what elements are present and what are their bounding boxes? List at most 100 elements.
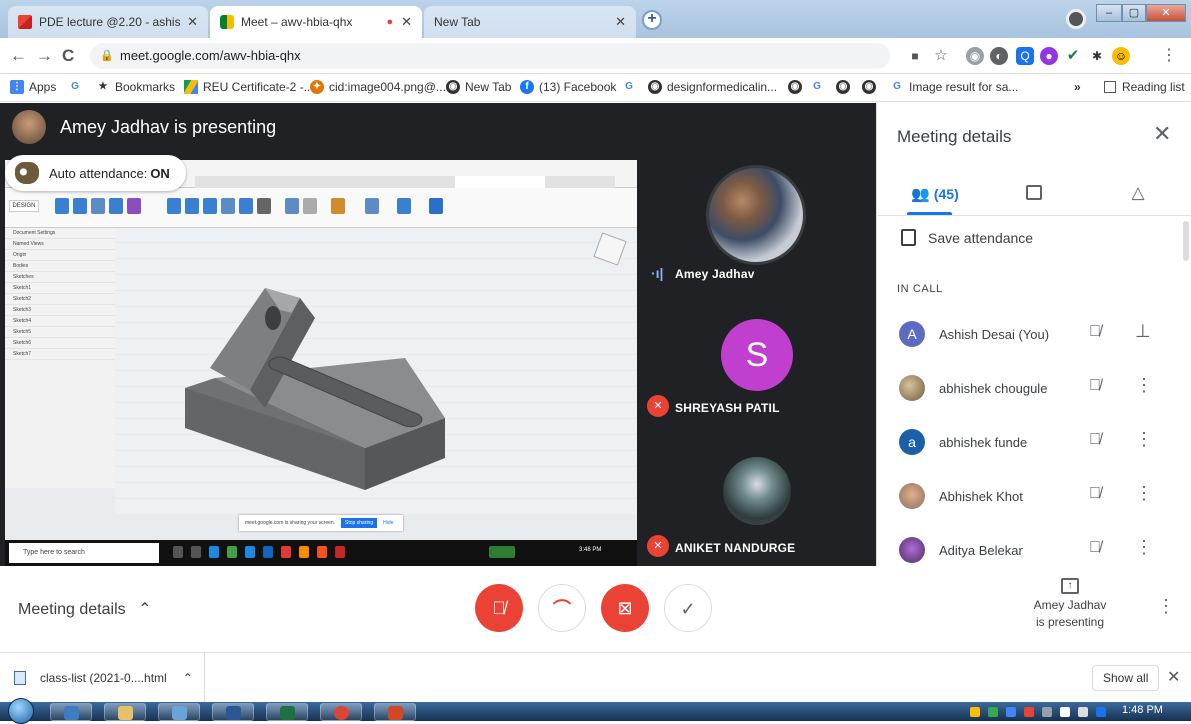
camera-icon[interactable]: ■ [906,47,924,65]
tab-meet[interactable]: Meet – awv-hbia-qhx ● ✕ [210,6,422,38]
minimize-button[interactable]: – [1096,4,1122,22]
more-options-icon[interactable]: ⋮ [1135,483,1153,504]
hide-button[interactable]: Hide [383,520,393,526]
panel-scrollbar[interactable] [1183,221,1189,261]
bookmark-star-icon[interactable]: ☆ [932,47,950,65]
participant-name: abhishek funde [939,435,1028,450]
forward-icon[interactable]: → [36,46,53,66]
avatar: a [899,429,925,455]
presenter-banner: Amey Jadhav is presenting [0,103,876,151]
show-all-button[interactable]: Show all [1092,665,1160,691]
list-item[interactable]: a abhishek funde 🎙̸ ⋮ [877,423,1177,467]
bookmark-design-for-medical[interactable]: ◉ designformedicalin... [648,80,777,94]
taskbar-app[interactable] [266,703,308,721]
close-download-bar-icon[interactable]: ✕ [1167,667,1180,687]
globe-icon: ◉ [836,80,850,94]
microphone-toggle-button[interactable]: 🎙̸ [475,584,523,632]
hang-up-icon: ⌒ [553,599,571,619]
bookmark-google[interactable]: G [622,80,641,94]
tab-new-tab[interactable]: New Tab ✕ [424,6,636,38]
leave-call-button[interactable]: ⌒ [538,584,586,632]
bookmark-globe[interactable]: ◉ [836,80,855,94]
close-panel-icon[interactable]: ✕ [1153,121,1171,147]
meet-stage: Amey Jadhav is presenting DESIGN Documen… [0,103,876,566]
bookmark-new-tab[interactable]: ◉ New Tab [446,80,511,94]
maximize-button[interactable]: ▢ [1122,4,1146,22]
list-item[interactable]: Abhishek Khot 🎙̸ ⋮ [877,477,1177,521]
chevron-up-icon[interactable]: ⌃ [183,671,193,685]
recording-dot-icon: ● [386,16,394,28]
pin-icon[interactable]: ⊥ [1135,321,1151,342]
bookmark-google[interactable]: G [810,80,829,94]
mic-off-icon: 🎙̸ [1089,431,1101,448]
meet-icon [220,15,234,29]
extension-icon[interactable]: Q [1016,47,1034,65]
menu-dots-icon[interactable]: ⋮ [1160,47,1178,65]
cad-browser-panel: Document Settings Named Views Origin Bodies… [5,228,115,488]
tab-pde-lecture[interactable]: PDE lecture @2.20 - ashishd331( ✕ [8,6,208,38]
extension-icon[interactable]: ● [1040,47,1058,65]
new-tab-button[interactable]: + [642,10,662,30]
tab-label: New Tab [434,15,481,29]
taskbar-app[interactable] [374,703,416,721]
more-options-icon[interactable]: ⋮ [1135,537,1153,558]
more-options-icon[interactable]: ⋮ [1157,596,1175,617]
tab-close-icon[interactable]: ✕ [615,14,626,30]
bookmark-globe[interactable]: ◉ [788,80,807,94]
taskbar-app[interactable] [320,703,362,721]
meeting-details-button[interactable]: Meeting details ⌃ [18,599,151,619]
tab-people[interactable]: 👥 (45) [905,175,965,213]
avatar: A [899,321,925,347]
participant-tile-amey[interactable]: ·ı| Amey Jadhav [645,155,867,305]
save-attendance-button[interactable]: Save attendance [901,229,1033,246]
more-bookmarks-button[interactable]: » [1074,80,1081,94]
start-button[interactable] [8,698,34,724]
tab-close-icon[interactable]: ✕ [187,14,198,30]
puzzle-icon[interactable]: ✱ [1088,47,1106,65]
reading-list-icon [1104,81,1116,93]
bookmark-globe[interactable]: ◉ [862,80,881,94]
address-bar[interactable]: 🔒 meet.google.com/awv-hbia-qhx [90,43,890,69]
present-screen-icon: ↑ [1061,578,1079,594]
camera-toggle-button[interactable]: ⊠ [601,584,649,632]
download-item[interactable]: class-list (2021-0....html ⌃ [0,653,205,703]
participant-name: Amey Jadhav [675,267,755,281]
speaking-indicator-icon: ·ı| [651,265,664,281]
in-call-header: IN CALL [897,283,943,295]
taskbar-app[interactable] [158,703,200,721]
checkmark-icon[interactable]: ✔ [1064,47,1082,65]
bookmark-cid-image[interactable]: ✦ cid:image004.png@... [310,80,446,94]
tab-chat[interactable] [1019,175,1049,213]
taskbar-app[interactable] [104,703,146,721]
back-icon[interactable]: ← [10,46,27,66]
bookmark-google[interactable]: G [68,80,87,94]
close-window-button[interactable]: ✕ [1146,4,1186,22]
taskbar-app[interactable] [50,703,92,721]
stop-sharing-button[interactable]: Stop sharing [341,518,378,528]
bookmark-facebook[interactable]: f (13) Facebook [520,80,616,94]
auto-attendance-chip[interactable]: Auto attendance: ON [5,155,186,191]
extension-icon[interactable]: ◉ [966,47,984,65]
cad-toolbar: DESIGN [5,188,637,228]
list-item[interactable]: abhishek chougule 🎙̸ ⋮ [877,369,1177,413]
list-item[interactable]: A Ashish Desai (You) 🎙̸ ⊥ [877,315,1177,359]
emoji-icon[interactable]: ☺ [1112,47,1130,65]
presenting-status[interactable]: ↑ Amey Jadhav is presenting [1020,576,1120,631]
more-options-icon[interactable]: ⋮ [1135,375,1153,396]
reading-list-button[interactable]: Reading list [1104,80,1185,94]
bookmark-reu-certificate[interactable]: REU Certificate-2 -... [184,80,314,94]
shared-taskbar: Type here to search 3:48 PM [5,540,637,566]
participant-tile-shreyash[interactable]: S ✕ SHREYASH PATIL [645,309,867,459]
extension-icon[interactable]: ◐ [990,47,1008,65]
attendance-check-button[interactable]: ✓ [664,584,712,632]
bookmark-image-result[interactable]: G Image result for sa... [890,80,1018,94]
tab-activities[interactable]: △ [1123,175,1153,213]
participant-photo [706,165,806,265]
reload-icon[interactable]: C [62,46,74,66]
profile-avatar[interactable] [1066,9,1086,29]
tab-close-icon[interactable]: ✕ [401,14,412,30]
bookmark-apps[interactable]: ⋮ Apps [10,80,56,94]
bookmark-bookmarks[interactable]: ★ Bookmarks [96,80,176,94]
more-options-icon[interactable]: ⋮ [1135,429,1153,450]
taskbar-app[interactable] [212,703,254,721]
